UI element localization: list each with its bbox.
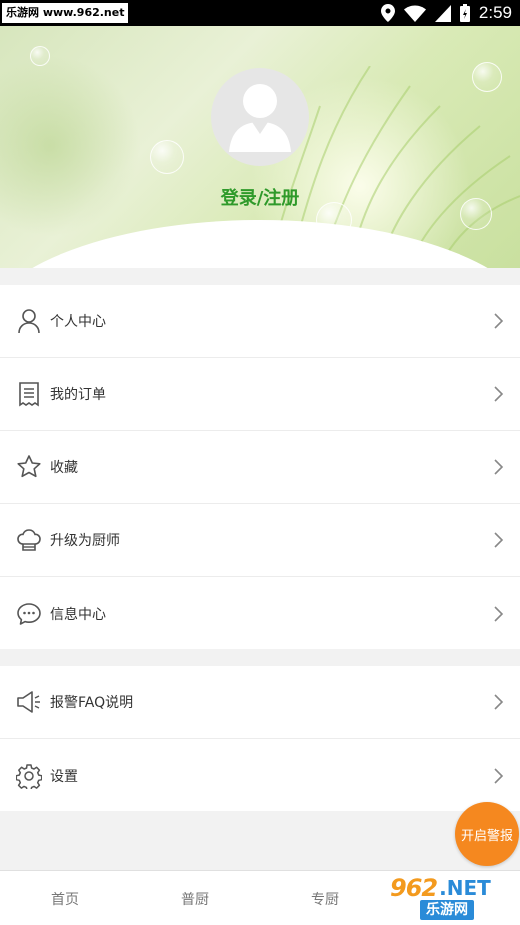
status-icons: 2:59 <box>380 0 512 26</box>
status-time: 2:59 <box>478 3 512 22</box>
tab-home[interactable]: 首页 <box>0 871 130 925</box>
watermark-logo: 962 .NET 乐游网 <box>390 870 518 922</box>
menu-group-main: 个人中心 我的订单 收藏 升级为厨师 信息中心 <box>0 285 520 649</box>
megaphone-icon <box>16 689 42 715</box>
tab-regular-chef[interactable]: 普厨 <box>130 871 260 925</box>
login-register-link[interactable]: 登录/注册 <box>0 184 520 210</box>
menu-item-label: 收藏 <box>50 460 78 476</box>
enable-alarm-button[interactable]: 开启警报 <box>455 802 519 866</box>
menu-item-label: 报警FAQ说明 <box>50 695 134 711</box>
status-watermark: 乐游网 www.962.net <box>2 3 129 23</box>
chevron-right-icon <box>494 313 504 329</box>
chat-bubble-icon <box>16 601 42 627</box>
header-divider <box>0 268 520 286</box>
menu-group-secondary: 报警FAQ说明 设置 <box>0 666 520 811</box>
avatar[interactable] <box>211 68 309 166</box>
bubble-decoration <box>150 140 184 174</box>
watermark-text: 乐游网 <box>420 900 474 920</box>
status-bar: 乐游网 www.962.net 2:59 <box>0 0 520 26</box>
user-silhouette-icon <box>229 84 291 152</box>
person-icon <box>16 308 42 334</box>
chevron-right-icon <box>494 386 504 402</box>
chevron-right-icon <box>494 767 504 784</box>
menu-item-label: 设置 <box>50 768 78 785</box>
menu-item-alarm-faq[interactable]: 报警FAQ说明 <box>0 666 520 739</box>
menu-item-message-center[interactable]: 信息中心 <box>0 577 520 650</box>
chevron-right-icon <box>494 694 504 710</box>
battery-icon <box>459 4 470 22</box>
receipt-icon <box>16 381 42 407</box>
chevron-right-icon <box>494 459 504 475</box>
bubble-decoration <box>30 46 50 66</box>
menu-item-upgrade-chef[interactable]: 升级为厨师 <box>0 504 520 577</box>
menu-item-label: 个人中心 <box>50 314 106 330</box>
menu-item-settings[interactable]: 设置 <box>0 739 520 812</box>
signal-icon <box>434 4 451 22</box>
chevron-right-icon <box>494 532 504 548</box>
bubble-decoration <box>472 62 502 92</box>
menu-item-label: 信息中心 <box>50 606 106 623</box>
tab-professional-chef[interactable]: 专厨 <box>260 871 390 925</box>
wifi-icon <box>403 5 426 22</box>
watermark-suffix: .NET <box>439 876 491 900</box>
chef-hat-icon <box>16 527 42 553</box>
menu-item-favorites[interactable]: 收藏 <box>0 431 520 504</box>
menu-item-personal-center[interactable]: 个人中心 <box>0 285 520 358</box>
menu-item-my-orders[interactable]: 我的订单 <box>0 358 520 431</box>
location-icon <box>380 4 395 22</box>
gear-icon <box>15 763 43 791</box>
watermark-number: 962 <box>390 874 438 902</box>
menu-item-label: 升级为厨师 <box>50 533 120 549</box>
star-icon <box>16 454 42 480</box>
chevron-right-icon <box>494 605 504 622</box>
menu-item-label: 我的订单 <box>50 387 106 403</box>
